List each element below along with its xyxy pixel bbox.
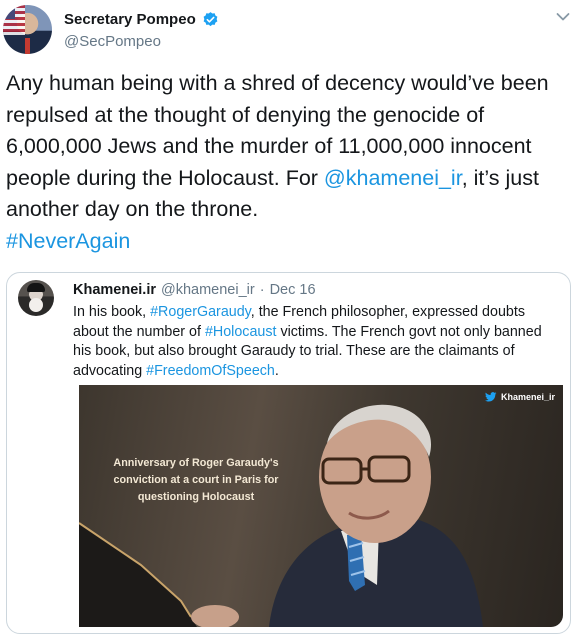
author-handle[interactable]: @SecPompeo xyxy=(64,33,161,50)
quoted-text: In his book, #RogerGaraudy, the French p… xyxy=(73,303,551,381)
quoted-media-image[interactable]: Khamenei_ir Anniversary of Roger Garaudy… xyxy=(79,385,563,627)
verified-badge-icon xyxy=(203,12,218,27)
quoted-author-avatar[interactable] xyxy=(18,280,54,316)
quoted-handle[interactable]: @khamenei_ir xyxy=(161,282,255,298)
avatar-tie xyxy=(25,38,30,54)
author-display-name[interactable]: Secretary Pompeo xyxy=(64,11,196,28)
author-avatar[interactable] xyxy=(3,5,52,54)
portrait-illustration xyxy=(79,404,483,627)
chevron-down-icon[interactable] xyxy=(556,12,570,22)
avatar-beard xyxy=(29,298,43,312)
quoted-date[interactable]: Dec 16 xyxy=(270,282,316,298)
quoted-tweet[interactable]: Khamenei.ir @khamenei_ir · Dec 16 In his… xyxy=(6,272,571,634)
avatar-turban xyxy=(27,283,45,292)
hashtag-link[interactable]: #RogerGaraudy xyxy=(150,304,251,320)
image-caption: Anniversary of Roger Garaudy's convictio… xyxy=(113,457,279,503)
hashtag-link[interactable]: #FreedomOfSpeech xyxy=(146,363,275,379)
image-watermark: Khamenei_ir xyxy=(484,392,555,402)
hashtag-link[interactable]: #NeverAgain xyxy=(6,229,130,253)
hashtag-link[interactable]: #Holocaust xyxy=(205,324,277,340)
quoted-display-name[interactable]: Khamenei.ir xyxy=(73,282,156,298)
quoted-text-part: . xyxy=(274,362,279,379)
twitter-bird-icon xyxy=(484,392,497,402)
tweet-card: Secretary Pompeo @SecPompeo Any human be… xyxy=(0,0,578,637)
mention-link[interactable]: @khamenei_ir xyxy=(324,166,462,190)
watermark-text: Khamenei_ir xyxy=(500,392,555,402)
avatar-flag xyxy=(3,5,25,35)
tweet-text: Any human being with a shred of decency … xyxy=(6,68,566,257)
quoted-header: Khamenei.ir @khamenei_ir · Dec 16 xyxy=(73,282,316,298)
author-name-row: Secretary Pompeo xyxy=(64,11,219,28)
quoted-separator: · xyxy=(259,282,265,298)
quoted-text-part: In his book, xyxy=(73,304,151,320)
